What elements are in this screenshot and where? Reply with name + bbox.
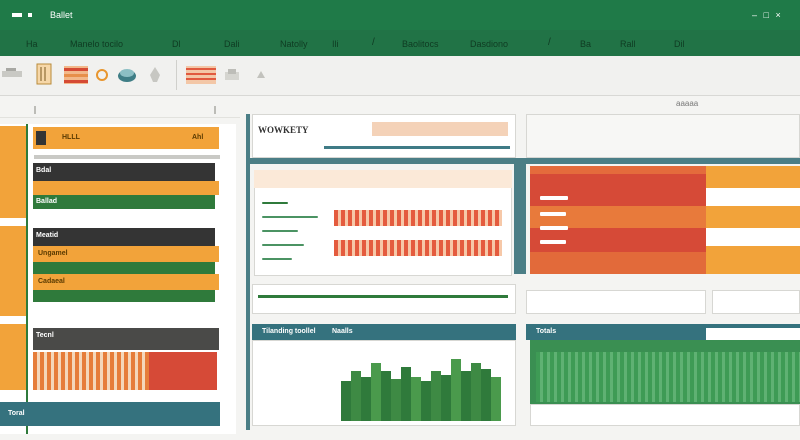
shape-icon[interactable] <box>148 66 162 84</box>
tab-view[interactable]: Dasdiono <box>470 38 508 50</box>
window-controls[interactable]: ‒ □ × <box>752 10 783 20</box>
striped-bar <box>33 352 149 390</box>
legend-line <box>262 216 318 218</box>
left-header-right: Ahl <box>192 134 204 141</box>
red-block <box>149 352 217 390</box>
app-icon <box>12 13 22 17</box>
paste-icon[interactable] <box>2 68 24 80</box>
left-header-label: HLLL <box>62 134 80 141</box>
data-row[interactable] <box>33 328 219 350</box>
orange-band <box>706 166 800 188</box>
column-header <box>0 104 240 118</box>
legend-line <box>262 202 288 204</box>
tab-review[interactable]: Baolitocs <box>402 38 439 50</box>
totals-bar <box>0 402 220 426</box>
data-row[interactable] <box>33 290 215 302</box>
tab-draw[interactable]: Dl <box>172 38 181 50</box>
table-icon[interactable] <box>64 66 88 84</box>
column-marker <box>34 106 36 114</box>
summary-line <box>258 295 508 298</box>
column-chart-svg <box>341 359 501 421</box>
format-icon[interactable] <box>36 62 54 86</box>
row-label: Ungamel <box>38 250 68 257</box>
tab-home[interactable]: Ha <box>26 38 38 50</box>
legend-line <box>262 230 298 232</box>
area-chart-stripes <box>536 352 800 402</box>
row-label: Meatid <box>36 232 59 239</box>
row-group-band <box>0 226 26 316</box>
tab-data[interactable]: Ili <box>332 38 339 50</box>
window-title: Ballet <box>50 10 73 20</box>
red-panel-band <box>530 206 706 228</box>
row-label: Cadaeal <box>38 278 65 285</box>
title-highlight <box>372 122 508 136</box>
tab-comments[interactable]: Dil <box>674 38 685 50</box>
orange-band <box>706 206 800 228</box>
ribbon-divider <box>176 60 177 90</box>
fill-icon[interactable] <box>256 70 266 80</box>
data-row[interactable] <box>33 195 215 209</box>
tab-page-layout[interactable]: Dali <box>224 38 240 50</box>
red-panel-band <box>530 252 706 274</box>
right-summary-panel-2 <box>712 290 800 314</box>
red-panel-top <box>530 166 706 174</box>
striped-bar <box>334 240 502 256</box>
white-band <box>706 228 800 246</box>
center-bottom-right-label: Naalls <box>332 328 353 335</box>
column-marker <box>214 106 216 114</box>
right-summary-panel <box>526 290 706 314</box>
center-bottom-left-label: Tilanding toollel <box>262 328 316 335</box>
data-row[interactable] <box>33 262 215 274</box>
column-chart <box>252 340 516 426</box>
vertical-divider <box>246 114 250 430</box>
row-label: Bdal <box>36 167 52 174</box>
sigma-icon[interactable]: / <box>548 37 554 49</box>
row-label: Tecnl <box>36 332 54 339</box>
bars-icon[interactable] <box>186 65 216 85</box>
chart-icon[interactable] <box>116 64 138 86</box>
save-icon[interactable] <box>28 13 32 17</box>
center-top-panel <box>252 114 516 158</box>
divider <box>34 155 220 159</box>
title-underline <box>324 146 510 149</box>
pill <box>540 226 568 230</box>
panel-header <box>254 170 512 188</box>
pill <box>540 212 566 216</box>
top-right-toolbar[interactable]: aaaaa <box>676 99 698 108</box>
left-bottom-label: Toral <box>8 410 25 417</box>
tab-help[interactable]: Ba <box>580 38 591 50</box>
white-band <box>706 188 800 206</box>
left-pane-border <box>26 124 28 434</box>
legend-line <box>262 258 292 260</box>
data-row[interactable] <box>33 228 215 246</box>
right-top-panel <box>526 114 800 158</box>
vertical-divider <box>514 164 526 274</box>
circle-icon[interactable] <box>95 68 109 82</box>
title-bar: Ballet ‒ □ × <box>0 0 800 30</box>
legend-line <box>262 244 304 246</box>
tab-insert[interactable]: Manelo tocilo <box>70 38 123 50</box>
pen-icon[interactable]: / <box>372 37 378 49</box>
tab-formulas[interactable]: Natolly <box>280 38 308 50</box>
chart-footer <box>530 404 800 426</box>
shading-icon[interactable] <box>224 68 240 82</box>
data-row[interactable] <box>33 181 219 195</box>
center-summary-panel <box>252 284 516 314</box>
row-label: Ballad <box>36 198 58 205</box>
header-swatch <box>36 131 46 145</box>
right-bottom-label: Totals <box>536 328 557 335</box>
orange-band <box>706 246 800 274</box>
row-group-band <box>0 126 26 218</box>
pill <box>540 196 568 200</box>
striped-bar <box>334 210 502 226</box>
row-group-band <box>0 324 26 390</box>
center-title: WOWKETY <box>258 125 309 135</box>
data-row[interactable] <box>33 163 215 181</box>
tab-share[interactable]: Rall <box>620 38 636 50</box>
pill <box>540 240 566 244</box>
